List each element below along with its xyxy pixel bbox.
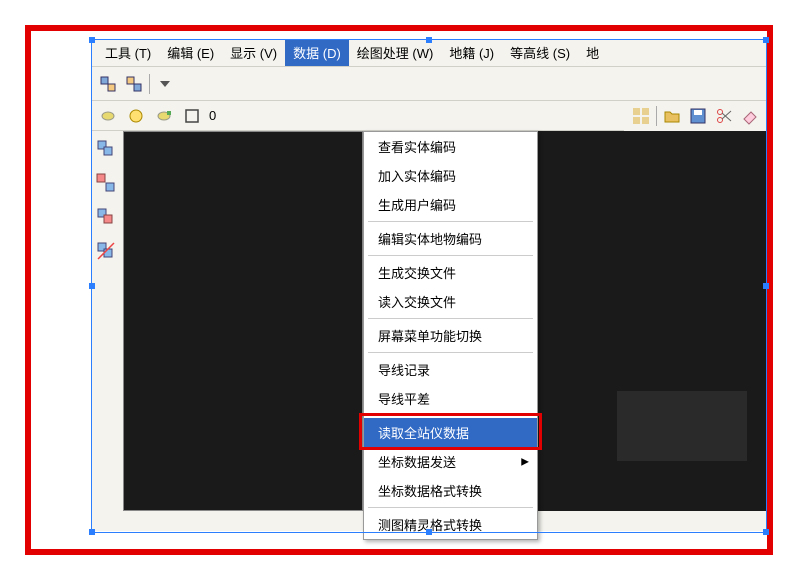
menu-separator	[368, 221, 533, 222]
shape-icon-2[interactable]	[153, 105, 175, 127]
save-icon[interactable]	[687, 105, 709, 127]
grid-icon[interactable]	[630, 105, 652, 127]
outer-red-frame: 工具 (T) 编辑 (E) 显示 (V) 数据 (D) 绘图处理 (W) 地籍 …	[25, 25, 773, 555]
square-icon[interactable]	[181, 105, 203, 127]
menu-item[interactable]: 导线记录	[364, 355, 537, 384]
menu-edit[interactable]: 编辑 (E)	[159, 39, 222, 66]
toolbar-icon-2[interactable]	[123, 73, 145, 95]
toolbar-icon-1[interactable]	[97, 73, 119, 95]
content-area: 查看实体编码加入实体编码生成用户编码编辑实体地物编码生成交换文件读入交换文件屏幕…	[91, 131, 767, 531]
viewport-left[interactable]	[123, 131, 363, 511]
menu-separator	[368, 255, 533, 256]
menu-item[interactable]: 加入实体编码	[364, 161, 537, 190]
side-toolbar	[91, 131, 123, 263]
menu-draw[interactable]: 绘图处理 (W)	[349, 39, 442, 66]
viewport-right[interactable]	[523, 131, 767, 511]
folder-icon[interactable]	[661, 105, 683, 127]
toolbar-primary	[91, 67, 767, 101]
toolbar-separator	[149, 74, 150, 94]
menu-item[interactable]: 屏幕菜单功能切换	[364, 321, 537, 350]
menu-separator	[368, 318, 533, 319]
circle-icon[interactable]	[125, 105, 147, 127]
side-icon-2[interactable]	[96, 173, 118, 195]
menu-item[interactable]: 生成交换文件	[364, 258, 537, 287]
side-icon-3[interactable]	[96, 207, 118, 229]
menu-item[interactable]: 测图精灵格式转换	[364, 510, 537, 539]
menu-view[interactable]: 显示 (V)	[222, 39, 285, 66]
menu-data[interactable]: 数据 (D)	[285, 39, 349, 66]
submenu-arrow-icon: ▶	[521, 456, 529, 467]
menu-separator	[368, 507, 533, 508]
menu-item[interactable]: 导线平差	[364, 384, 537, 413]
menu-more[interactable]: 地	[578, 39, 607, 66]
menu-tools[interactable]: 工具 (T)	[97, 39, 159, 66]
menu-separator	[368, 352, 533, 353]
menu-item[interactable]: 生成用户编码	[364, 190, 537, 219]
menu-item[interactable]: 坐标数据发送▶	[364, 447, 537, 476]
preview-panel	[617, 391, 747, 461]
side-icon-4[interactable]	[96, 241, 118, 263]
menu-item[interactable]: 查看实体编码	[364, 132, 537, 161]
app-window: 工具 (T) 编辑 (E) 显示 (V) 数据 (D) 绘图处理 (W) 地籍 …	[91, 39, 767, 549]
separator	[656, 106, 657, 126]
toolbar-right	[624, 101, 767, 131]
eraser-icon[interactable]	[739, 105, 761, 127]
menu-contour[interactable]: 等高线 (S)	[502, 39, 578, 66]
menu-item[interactable]: 坐标数据格式转换	[364, 476, 537, 505]
menu-item[interactable]: 读取全站仪数据	[364, 418, 537, 447]
side-icon-1[interactable]	[96, 139, 118, 161]
menu-cadastre[interactable]: 地籍 (J)	[441, 39, 502, 66]
menu-item[interactable]: 读入交换文件	[364, 287, 537, 316]
menu-separator	[368, 415, 533, 416]
shape-icon-1[interactable]	[97, 105, 119, 127]
scissors-icon[interactable]	[713, 105, 735, 127]
dropdown-arrow-icon[interactable]	[154, 73, 176, 95]
menu-item[interactable]: 编辑实体地物编码	[364, 224, 537, 253]
count-label: 0	[209, 108, 216, 123]
menubar: 工具 (T) 编辑 (E) 显示 (V) 数据 (D) 绘图处理 (W) 地籍 …	[91, 39, 767, 67]
data-menu-dropdown: 查看实体编码加入实体编码生成用户编码编辑实体地物编码生成交换文件读入交换文件屏幕…	[363, 131, 538, 540]
